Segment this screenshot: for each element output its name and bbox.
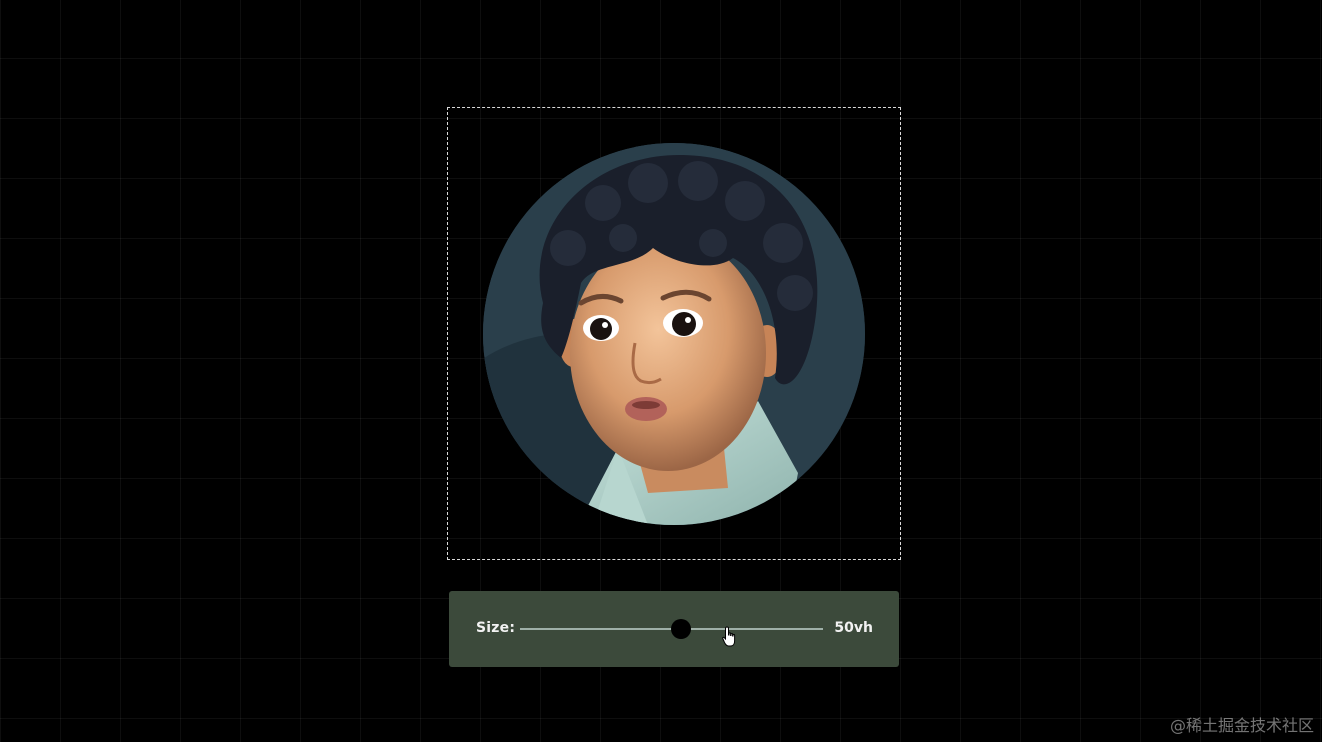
size-value: 50vh [834, 620, 873, 636]
slider-thumb[interactable] [670, 619, 691, 639]
size-slider[interactable] [520, 618, 823, 640]
size-label: Size: [476, 620, 516, 636]
avatar-image [483, 143, 865, 525]
watermark: @稀土掘金技术社区 [1169, 716, 1314, 735]
size-control-panel: Size: 50vh [449, 591, 899, 667]
hand-pointer-icon [722, 626, 736, 647]
